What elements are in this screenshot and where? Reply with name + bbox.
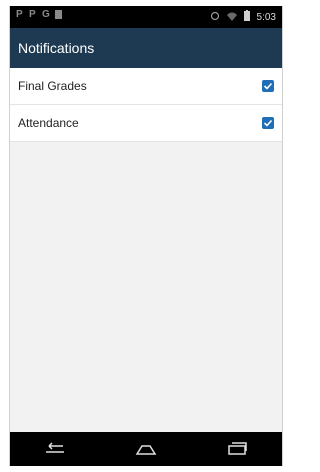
alarm-icon (210, 11, 220, 24)
recents-icon (227, 442, 247, 455)
square-notification-icon (55, 10, 63, 20)
page-title: Notifications (18, 40, 95, 56)
checkmark-icon (263, 119, 273, 127)
final-grades-checkbox[interactable] (262, 80, 274, 92)
navigation-bar (10, 432, 282, 466)
g-notification-icon: G (42, 9, 50, 20)
phone-screen: P P G 5:03 Notifications Final Grades At… (9, 6, 283, 466)
app-bar: Notifications (10, 28, 282, 68)
back-icon (46, 442, 65, 453)
p-notification-icon: P (16, 9, 23, 20)
notification-settings-list: Final Grades Attendance (10, 68, 282, 142)
status-notification-icons: P P G (16, 10, 63, 20)
home-button[interactable] (126, 439, 166, 459)
status-system-icons: 5:03 (210, 10, 276, 24)
recents-button[interactable] (217, 439, 257, 459)
setting-row-final-grades[interactable]: Final Grades (10, 68, 282, 105)
p-notification-icon: P (29, 9, 36, 20)
status-time: 5:03 (256, 11, 276, 23)
setting-label: Final Grades (18, 79, 87, 93)
home-icon (135, 445, 157, 455)
battery-icon (243, 10, 251, 24)
setting-label: Attendance (18, 116, 79, 130)
attendance-checkbox[interactable] (262, 117, 274, 129)
wifi-icon (226, 11, 238, 24)
status-bar: P P G 5:03 (10, 6, 282, 28)
setting-row-attendance[interactable]: Attendance (10, 105, 282, 142)
checkmark-icon (263, 82, 273, 90)
back-button[interactable] (35, 439, 75, 459)
